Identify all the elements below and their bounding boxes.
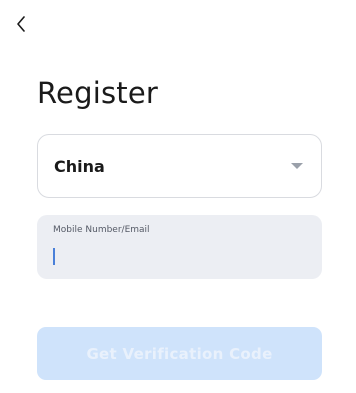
account-field-label: Mobile Number/Email <box>53 225 150 235</box>
page-title: Register <box>37 76 158 110</box>
text-cursor <box>53 248 55 265</box>
chevron-left-icon <box>17 16 25 32</box>
get-verification-code-button[interactable]: Get Verification Code <box>37 327 322 380</box>
country-select-value: China <box>54 156 105 176</box>
account-field[interactable]: Mobile Number/Email <box>37 215 322 279</box>
country-select[interactable]: China <box>37 134 322 198</box>
back-button[interactable] <box>12 14 30 34</box>
caret-down-icon <box>291 163 303 169</box>
account-input[interactable] <box>53 245 306 263</box>
